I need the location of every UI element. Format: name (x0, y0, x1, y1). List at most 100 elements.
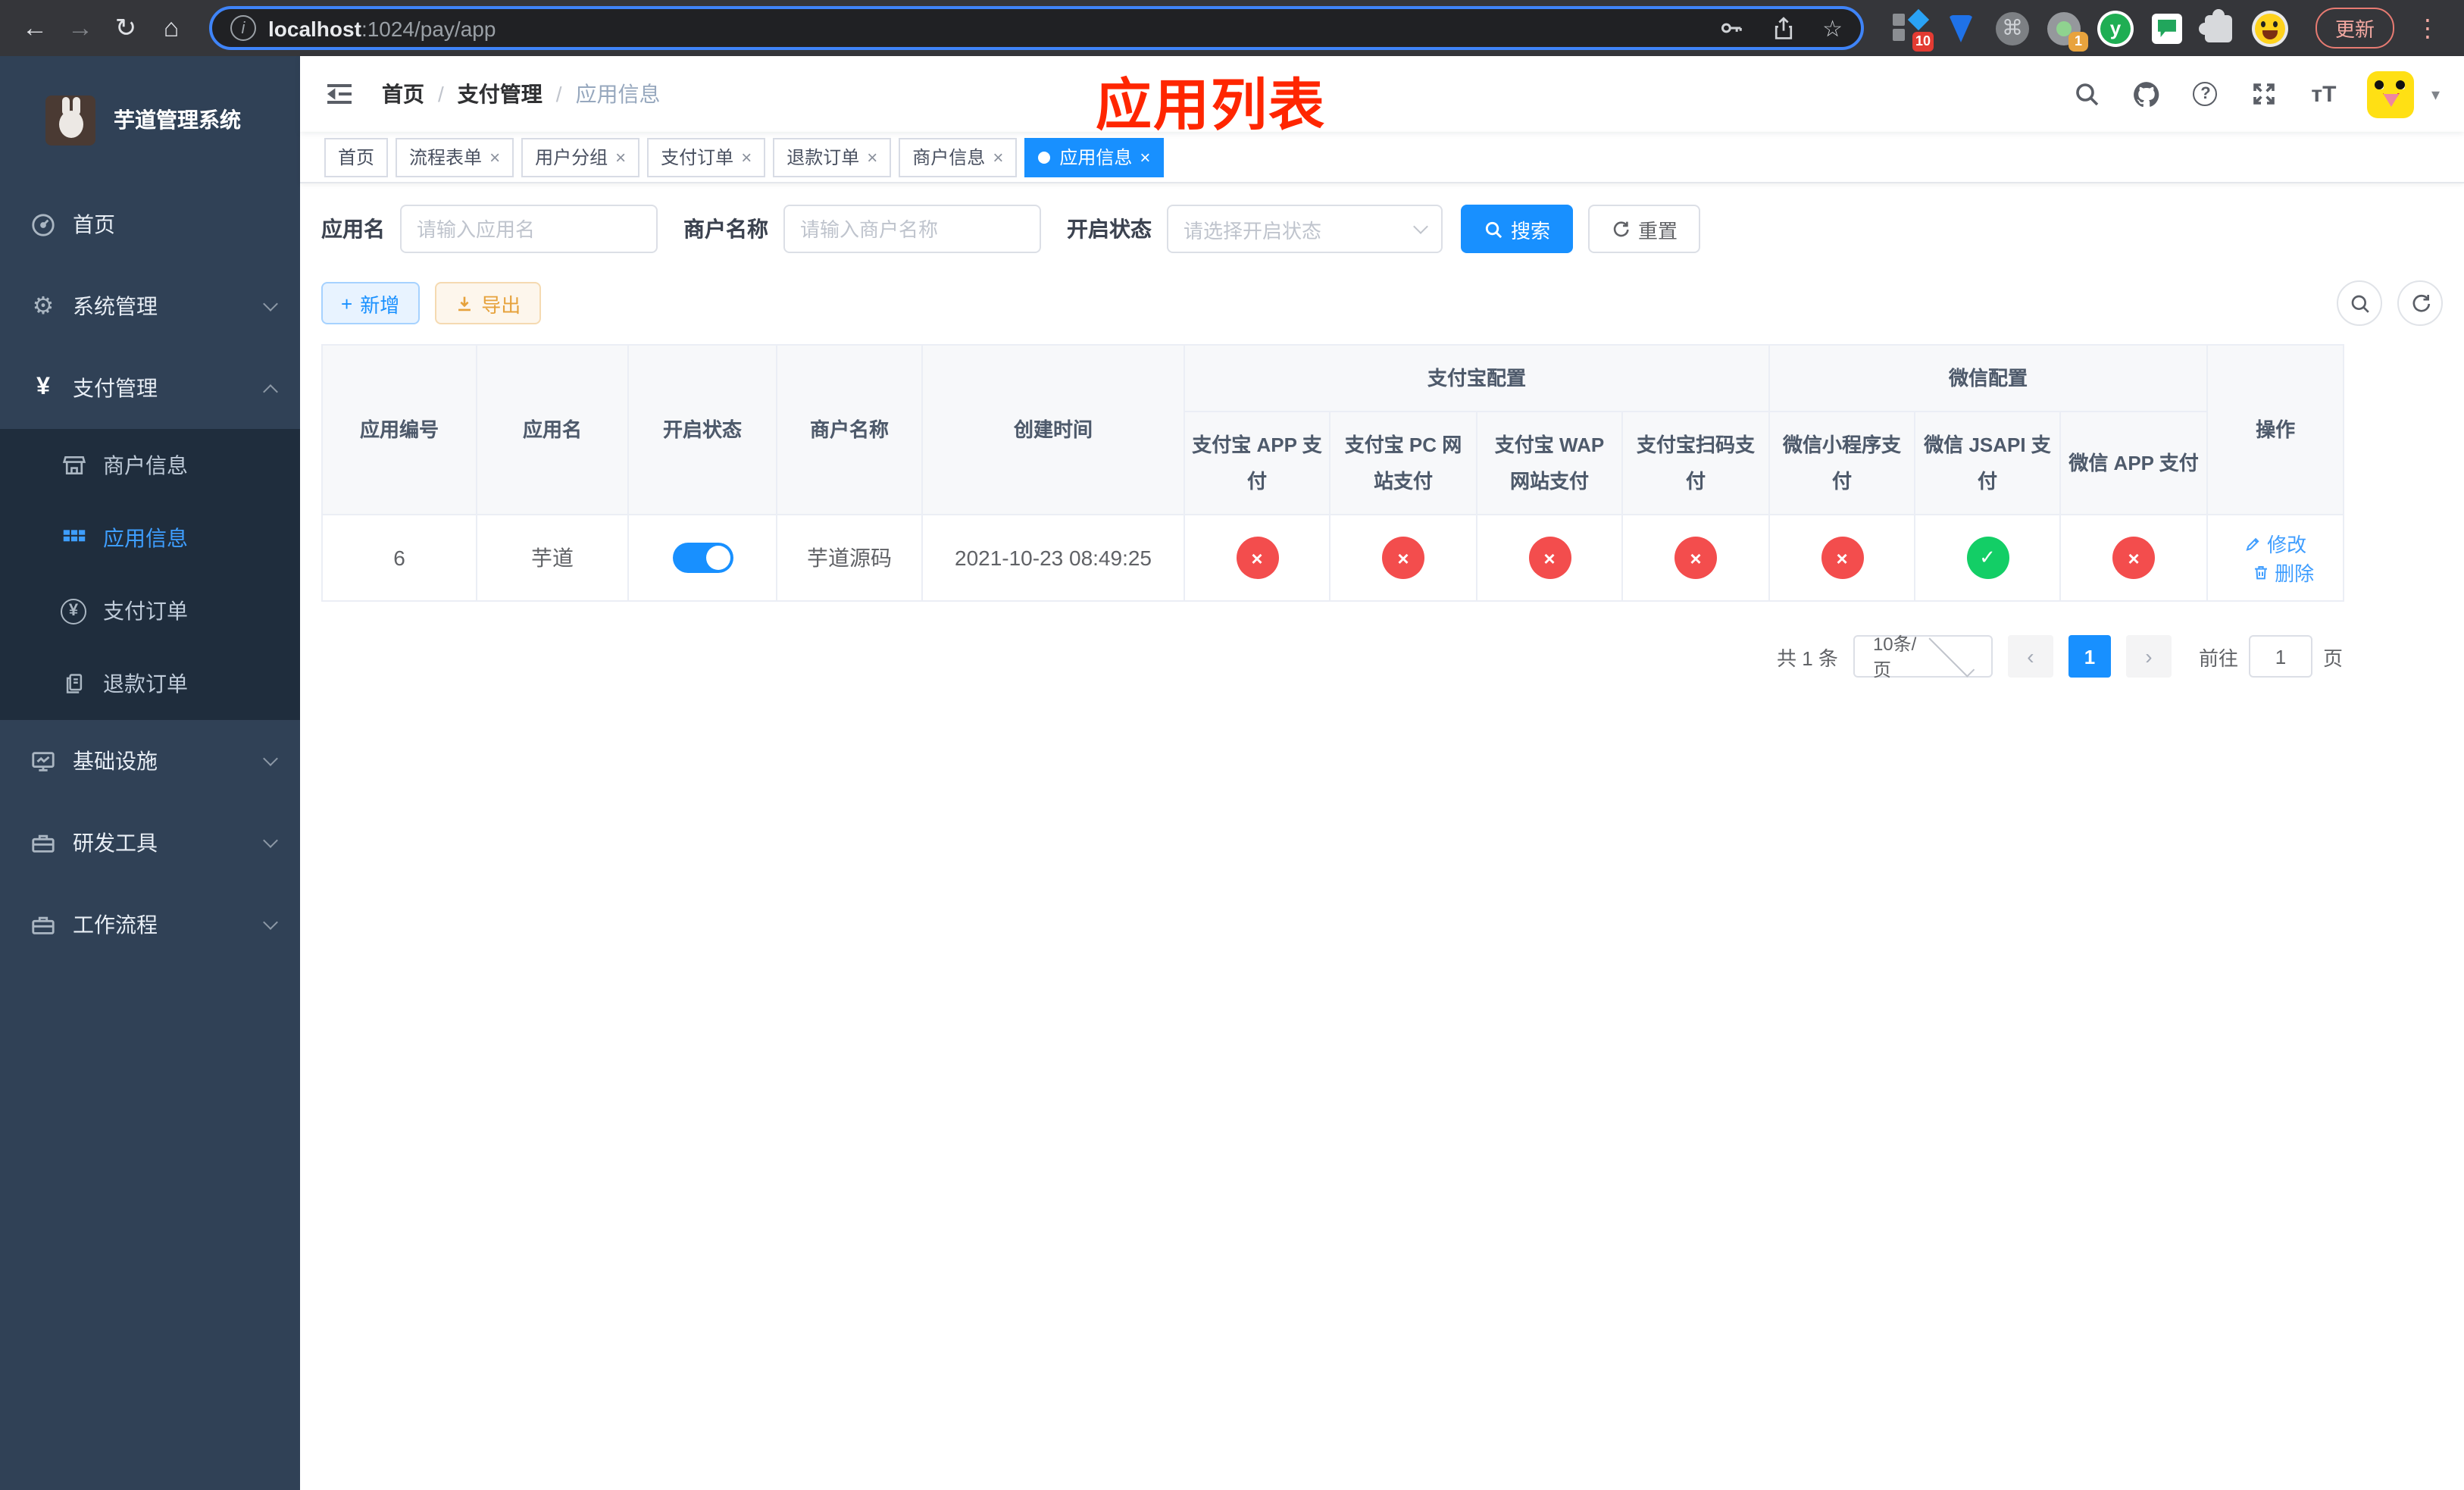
browser-home-icon[interactable]: ⌂ (152, 8, 191, 48)
page-size-select[interactable]: 10条/页 (1853, 631, 1993, 681)
user-avatar[interactable] (2367, 70, 2415, 117)
reset-button[interactable]: 重置 (1588, 205, 1701, 253)
sidebar-item-payment-orders[interactable]: ¥ 支付订单 (0, 574, 300, 647)
app-name-input[interactable] (400, 205, 658, 253)
extensions-puzzle-icon[interactable] (2198, 8, 2237, 46)
goto-page: 前往 页 (2199, 635, 2343, 678)
site-info-icon[interactable]: i (230, 15, 256, 41)
status-label: 开启状态 (1067, 217, 1152, 241)
pagination-total: 共 1 条 (1777, 646, 1838, 670)
close-icon[interactable]: × (741, 146, 752, 167)
extensions-group: 10 ⌘ 1 y (1891, 8, 2288, 51)
header-search-icon[interactable] (2072, 79, 2103, 109)
search-button-label: 搜索 (1511, 219, 1551, 242)
sidebar-item-refund-orders[interactable]: 退款订单 (0, 647, 300, 720)
github-icon[interactable] (2131, 79, 2162, 109)
breadcrumb-current: 应用信息 (575, 82, 661, 106)
share-icon[interactable] (1771, 16, 1795, 40)
search-button[interactable]: 搜索 (1461, 205, 1574, 253)
prev-page-button[interactable]: ‹ (2007, 635, 2053, 678)
dashboard-icon (30, 211, 56, 237)
tag-merchant-info[interactable]: 商户信息 × (899, 137, 1018, 177)
goto-unit: 页 (2322, 646, 2343, 670)
table-row: 6 芋道 芋道源码 2021-10-23 08:49:25 × × × × × … (321, 514, 2345, 603)
close-icon[interactable]: × (1140, 146, 1150, 167)
merchant-name-input[interactable] (783, 205, 1041, 253)
search-form: 应用名 商户名称 开启状态 请选择开启状态 搜索 重置 (321, 205, 2443, 253)
bookmark-star-icon[interactable]: ☆ (1822, 14, 1843, 42)
chrome-update-button[interactable]: 更新 (2315, 8, 2394, 49)
close-icon[interactable]: × (489, 146, 500, 167)
screen: ← → ↻ ⌂ i localhost:1024/pay/app ☆ 10 ⌘ (0, 0, 2464, 1490)
toggle-search-button[interactable] (2337, 280, 2382, 326)
tag-refund-orders[interactable]: 退款订单 × (773, 137, 892, 177)
status-select[interactable]: 请选择开启状态 (1167, 205, 1443, 253)
sidebar-item-system[interactable]: ⚙ 系统管理 (0, 265, 300, 347)
next-page-button[interactable]: › (2125, 635, 2172, 678)
delete-link[interactable]: 删除 (2252, 558, 2314, 587)
address-bar[interactable]: i localhost:1024/pay/app ☆ (209, 6, 1864, 50)
yen-circle-icon: ¥ (61, 598, 86, 624)
edit-link-label: 修改 (2267, 534, 2307, 557)
sidebar-item-label: 基础设施 (73, 749, 158, 773)
browser-menu-icon[interactable]: ⋮ (2406, 13, 2449, 43)
column-header-id: 应用编号 (321, 343, 477, 516)
tag-label: 商户信息 (912, 147, 986, 168)
tag-app-info[interactable]: 应用信息 × (1024, 137, 1165, 177)
font-size-icon[interactable]: тT (2309, 79, 2339, 109)
extension-command-icon[interactable]: ⌘ (1994, 10, 2031, 46)
browser-back-icon[interactable]: ← (15, 8, 55, 48)
sidebar-item-infrastructure[interactable]: 基础设施 (0, 720, 300, 802)
sidebar-item-label: 商户信息 (103, 453, 188, 477)
breadcrumb-separator: / (555, 82, 562, 106)
goto-page-input[interactable] (2248, 635, 2312, 678)
extension-y-icon[interactable]: y (2097, 10, 2134, 46)
chevron-up-icon (263, 383, 278, 399)
sidebar-item-merchant-info[interactable]: 商户信息 (0, 429, 300, 502)
extension-kite-icon[interactable] (1943, 10, 1979, 46)
sidebar-collapse-icon[interactable] (324, 77, 358, 111)
refresh-button[interactable] (2397, 280, 2443, 326)
sidebar-item-label: 首页 (73, 212, 115, 236)
avatar-caret-icon[interactable]: ▾ (2431, 84, 2440, 104)
page-size-value: 10条/页 (1872, 634, 1917, 681)
close-icon[interactable]: × (867, 146, 877, 167)
status-toggle[interactable] (672, 543, 733, 574)
breadcrumb-parent[interactable]: 支付管理 (458, 79, 543, 109)
briefcase-icon (30, 912, 56, 938)
merchant-name-label: 商户名称 (683, 217, 768, 241)
current-page-button[interactable]: 1 (2068, 635, 2111, 678)
browser-forward-icon[interactable]: → (61, 8, 100, 48)
tag-user-group[interactable]: 用户分组 × (521, 137, 640, 177)
password-key-icon[interactable] (1718, 15, 1743, 41)
extension-grid-icon[interactable]: 10 (1891, 8, 1934, 51)
sidebar-item-payment[interactable]: ¥ 支付管理 (0, 347, 300, 429)
sidebar-item-dev-tools[interactable]: 研发工具 (0, 802, 300, 884)
profile-avatar[interactable] (2251, 10, 2288, 46)
breadcrumb: 首页 / 支付管理 / 应用信息 (382, 79, 661, 109)
edit-link[interactable]: 修改 (2244, 529, 2306, 558)
add-button[interactable]: + 新增 (321, 282, 420, 324)
sidebar-item-app-info[interactable]: 应用信息 (0, 502, 300, 574)
yen-icon: ¥ (36, 374, 50, 400)
sidebar-item-workflow[interactable]: 工作流程 (0, 884, 300, 966)
shop-icon (61, 452, 86, 478)
tag-process-form[interactable]: 流程表单 × (396, 137, 514, 177)
sidebar-logo[interactable]: 芋道管理系统 (0, 56, 300, 183)
extension-chat-icon[interactable] (2149, 10, 2185, 46)
fullscreen-icon[interactable] (2250, 79, 2280, 109)
sidebar-item-home[interactable]: 首页 (0, 183, 300, 265)
browser-reload-icon[interactable]: ↻ (106, 8, 145, 48)
close-icon[interactable]: × (993, 146, 1003, 167)
payment-submenu: 商户信息 应用信息 ¥ 支付订单 退款订单 (0, 429, 300, 720)
cell-created-time: 2021-10-23 08:49:25 (921, 514, 1185, 603)
tag-home[interactable]: 首页 (324, 137, 389, 177)
tag-payment-orders[interactable]: 支付订单 × (647, 137, 766, 177)
help-icon[interactable]: ? (2190, 79, 2221, 109)
breadcrumb-home[interactable]: 首页 (382, 79, 424, 109)
toolbox-icon (30, 830, 56, 856)
close-icon[interactable]: × (615, 146, 626, 167)
extension-recorder-icon[interactable]: 1 (2046, 10, 2088, 51)
export-button[interactable]: 导出 (434, 282, 541, 324)
column-header-status: 开启状态 (627, 343, 777, 516)
